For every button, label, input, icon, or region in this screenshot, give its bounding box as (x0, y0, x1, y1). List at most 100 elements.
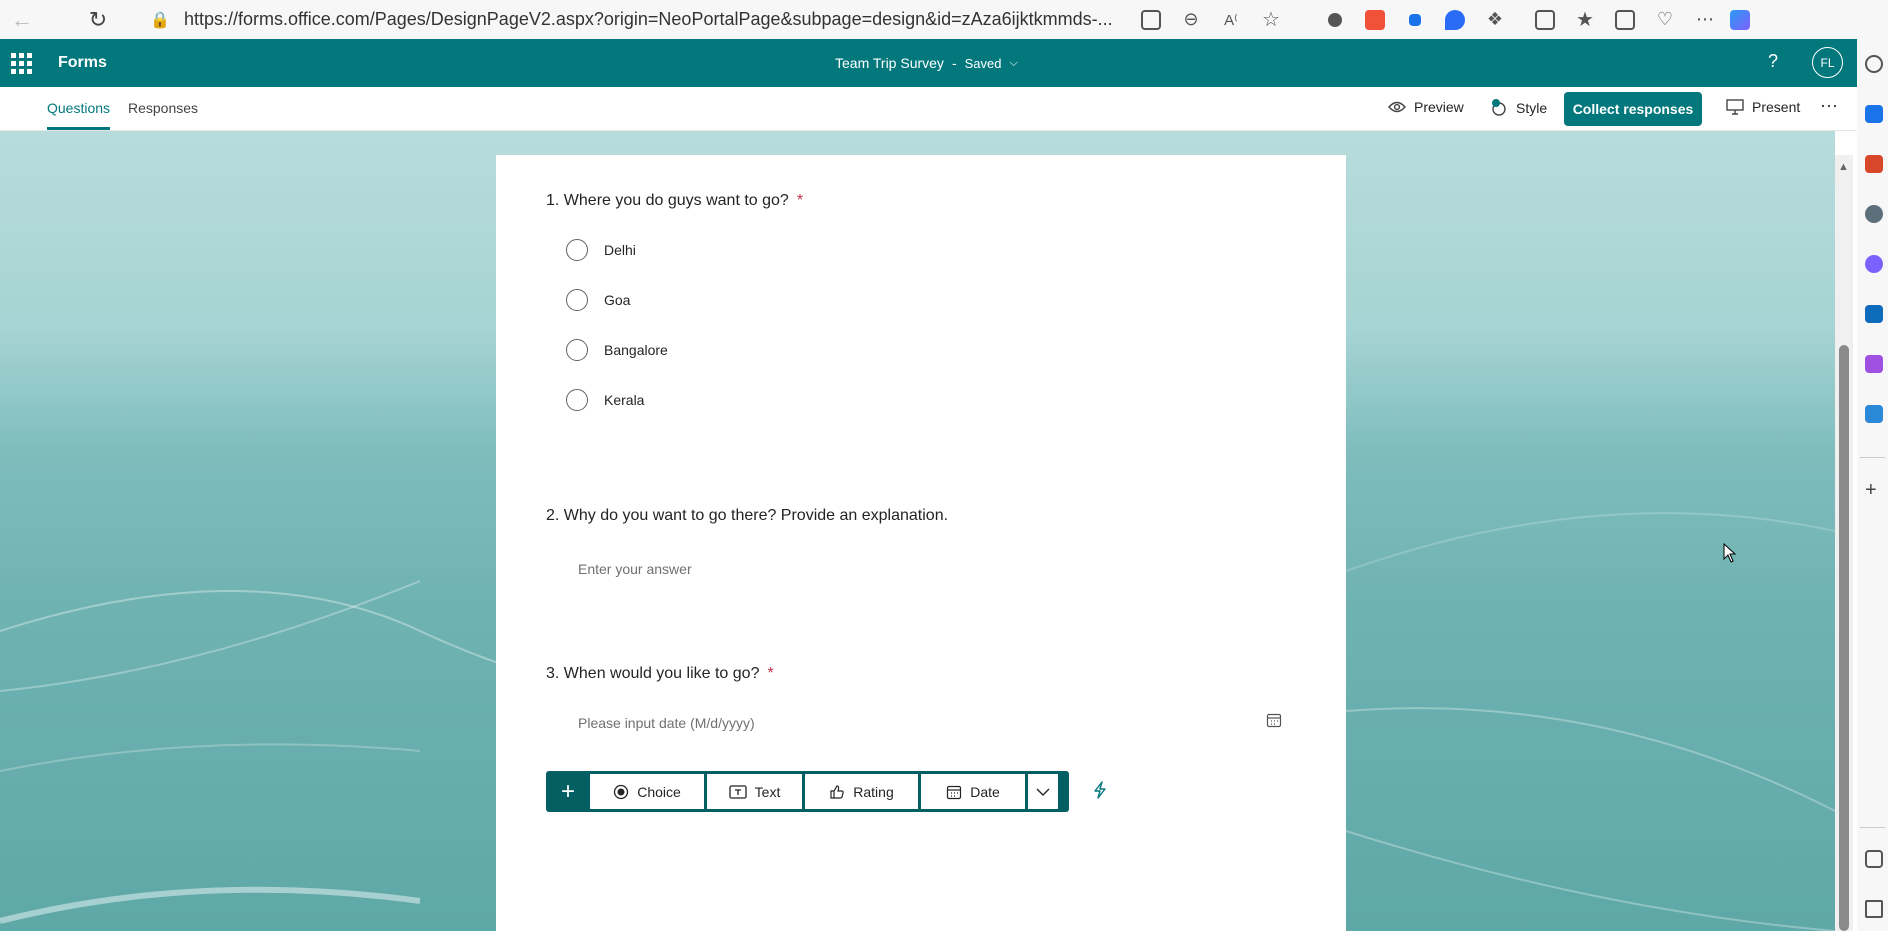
text-label: Text (754, 783, 781, 800)
style-button[interactable]: Style (1490, 99, 1547, 117)
command-bar: Questions Responses Preview Style Collec… (0, 87, 1857, 131)
sidebar-toggle-icon[interactable] (1865, 850, 1883, 868)
address-bar[interactable]: https://forms.office.com/Pages/DesignPag… (184, 9, 1119, 30)
people-icon[interactable] (1865, 205, 1883, 223)
add-text-button[interactable]: Text (707, 774, 802, 809)
text-box-icon (729, 784, 747, 799)
back-icon[interactable]: ← (4, 2, 40, 38)
option-label: Goa (604, 292, 631, 308)
extension-bug-icon[interactable] (1315, 2, 1355, 38)
collect-responses-button[interactable]: Collect responses (1564, 92, 1702, 126)
choice-label: Choice (637, 783, 681, 800)
question-2[interactable]: 2. Why do you want to go there? Provide … (546, 507, 948, 525)
present-button[interactable]: Present (1726, 99, 1800, 115)
external-link-icon[interactable] (1865, 900, 1883, 918)
chevron-down-icon: ⌵ (1009, 56, 1018, 69)
chevron-down-icon (1036, 788, 1050, 796)
option-goa[interactable]: Goa (566, 289, 630, 311)
more-options-icon[interactable]: ··· (1820, 95, 1838, 116)
answer-input[interactable]: Enter your answer (578, 561, 692, 577)
browser-essentials-icon[interactable]: ♡ (1645, 2, 1685, 38)
collections-icon[interactable] (1605, 2, 1645, 38)
preview-label: Preview (1414, 99, 1464, 115)
required-marker: * (767, 665, 774, 682)
radio-button[interactable] (566, 239, 588, 261)
option-label: Delhi (604, 242, 636, 258)
monitor-icon (1726, 99, 1744, 115)
question-1-title: 1. Where you do guys want to go? (546, 192, 789, 209)
scrollbar-thumb[interactable] (1839, 345, 1849, 931)
outlook-icon[interactable] (1865, 305, 1883, 323)
add-choice-button[interactable]: Choice (590, 774, 704, 809)
question-2-title: 2. Why do you want to go there? Provide … (546, 507, 949, 524)
rating-label: Rating (853, 783, 894, 800)
radio-button[interactable] (566, 339, 588, 361)
present-label: Present (1752, 99, 1801, 115)
extension-dropper-icon[interactable] (1395, 2, 1435, 38)
copilot-icon[interactable] (1725, 2, 1755, 38)
extension-swift-icon[interactable] (1355, 2, 1395, 38)
radio-choice-icon (614, 784, 629, 799)
preview-button[interactable]: Preview (1388, 99, 1464, 115)
page-scrollbar[interactable]: ▲ (1835, 155, 1853, 931)
form-card: 1. Where you do guys want to go? * Delhi … (496, 155, 1346, 931)
date-label: Date (970, 783, 1000, 800)
add-new-button[interactable]: + (549, 774, 587, 809)
forms-header: Forms Team Trip Survey - Saved ⌵ ? FL (0, 39, 1857, 87)
add-rating-button[interactable]: Rating (805, 774, 918, 809)
radio-button[interactable] (566, 389, 588, 411)
favorite-star-icon[interactable]: ☆ (1251, 2, 1291, 38)
tools-icon[interactable] (1865, 155, 1883, 173)
more-question-types-button[interactable] (1028, 774, 1058, 809)
lightning-icon[interactable] (1093, 781, 1107, 799)
add-icon[interactable]: + (1865, 479, 1877, 502)
lock-icon[interactable]: 🔒 (150, 2, 170, 38)
style-label: Style (1516, 100, 1548, 116)
option-delhi[interactable]: Delhi (566, 239, 636, 261)
add-question-toolbar: + Choice Text Rating Date (546, 771, 1069, 812)
avatar[interactable]: FL (1812, 47, 1843, 78)
date-input[interactable]: Please input date (M/d/yyyy) (578, 715, 755, 731)
copilot-apps-icon[interactable] (1865, 255, 1883, 273)
radio-button[interactable] (566, 289, 588, 311)
app-name[interactable]: Forms (58, 54, 107, 72)
sidebar-divider (1860, 827, 1885, 828)
title-separator: - (951, 55, 957, 71)
option-kerala[interactable]: Kerala (566, 389, 644, 411)
app-launcher-icon[interactable] (6, 48, 36, 78)
eye-icon (1388, 101, 1406, 113)
calendar-icon[interactable] (1266, 712, 1282, 728)
question-1[interactable]: 1. Where you do guys want to go? * (546, 192, 803, 210)
extensions-puzzle-icon[interactable]: ❖ (1475, 2, 1515, 38)
option-bangalore[interactable]: Bangalore (566, 339, 668, 361)
shopping-tag-icon[interactable] (1865, 105, 1883, 123)
scroll-up-arrow-icon[interactable]: ▲ (1838, 161, 1849, 173)
help-icon[interactable]: ? (1768, 51, 1778, 72)
question-3[interactable]: 3. When would you like to go? * (546, 665, 774, 683)
option-label: Bangalore (604, 342, 668, 358)
tab-questions[interactable]: Questions (47, 100, 110, 116)
tab-responses[interactable]: Responses (128, 100, 198, 116)
save-status: Saved (964, 55, 1002, 71)
zoom-out-icon[interactable]: ⊖ (1171, 2, 1211, 38)
send-icon[interactable] (1865, 405, 1883, 423)
refresh-icon[interactable]: ↻ (80, 2, 116, 38)
active-tab-indicator (47, 127, 110, 130)
option-label: Kerala (604, 392, 645, 408)
add-date-button[interactable]: Date (921, 774, 1025, 809)
extension-flame-icon[interactable] (1435, 2, 1475, 38)
mouse-cursor-icon (1723, 543, 1737, 563)
favorites-icon[interactable]: ★ (1565, 2, 1605, 38)
search-icon[interactable] (1865, 55, 1883, 73)
palette-icon (1492, 99, 1506, 116)
read-aloud-icon[interactable]: A⁽ (1211, 2, 1251, 38)
sidebar-divider (1860, 457, 1885, 458)
app-available-icon[interactable] (1131, 2, 1171, 38)
designer-icon[interactable] (1865, 355, 1883, 373)
split-screen-icon[interactable] (1525, 2, 1565, 38)
form-title-menu[interactable]: Team Trip Survey - Saved ⌵ (835, 39, 1018, 87)
browser-toolbar: ← ↻ 🔒 https://forms.office.com/Pages/Des… (0, 0, 1888, 39)
question-3-title: 3. When would you like to go? (546, 665, 760, 682)
form-title: Team Trip Survey (835, 55, 944, 71)
browser-menu-icon[interactable]: ⋯ (1685, 2, 1725, 38)
